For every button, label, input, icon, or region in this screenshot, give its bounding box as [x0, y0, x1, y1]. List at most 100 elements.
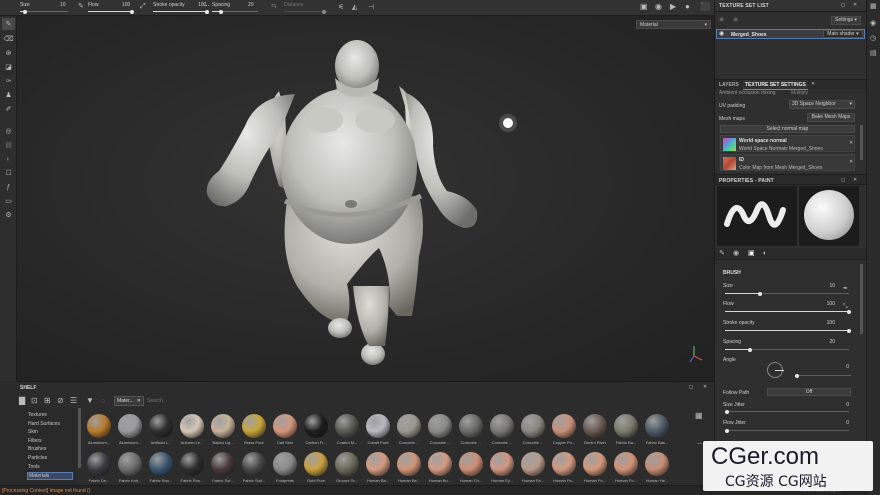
flow-pressure-icon[interactable]: ⤡ [843, 304, 848, 310]
folder-icon[interactable]: ▇ [19, 397, 25, 405]
slider-knob[interactable] [725, 428, 729, 433]
texture-set-item-merged-shoes[interactable]: ◉ Merged_Shoes Main shader ▾ [716, 29, 865, 39]
slider-knob[interactable] [847, 309, 851, 314]
close-icon[interactable]: ✕ [849, 141, 853, 146]
prop-flow-slider[interactable] [725, 309, 851, 314]
3d-viewport[interactable] [17, 16, 714, 381]
fx-icon[interactable]: ƒ [2, 181, 15, 193]
material-thumbnail[interactable] [366, 452, 390, 476]
close-icon[interactable]: ✕ [853, 3, 857, 8]
material-thumbnail[interactable] [335, 452, 359, 476]
close-icon[interactable]: ✕ [137, 397, 141, 405]
close-icon[interactable]: ✕ [703, 385, 707, 390]
flow-jitter-slider[interactable] [725, 428, 849, 433]
material-thumbnail[interactable] [273, 414, 297, 438]
shader-dropdown[interactable]: Main shader ▾ [823, 30, 863, 38]
tss-scrollbar[interactable] [860, 125, 863, 160]
toolbar-flow-value[interactable]: 100 [122, 2, 130, 8]
import-icon[interactable]: ⊞ [44, 397, 51, 405]
paint-brush-tool-icon[interactable]: ✎ [2, 18, 15, 30]
mesh-map-id[interactable]: ID Color Map from Mesh Merged_Shoes ✕ [720, 154, 855, 171]
material-thumbnail[interactable] [180, 452, 204, 476]
eraser-tool-icon[interactable]: ⌫ [2, 33, 15, 45]
material-thumbnail[interactable] [304, 452, 328, 476]
prop-spacing-value[interactable]: 20 [815, 339, 835, 345]
history-icon[interactable]: ◌ [101, 398, 105, 405]
shelf-category-item[interactable]: Textures [28, 412, 74, 420]
material-thumbnail[interactable] [428, 414, 452, 438]
toolbar-size-value[interactable]: 10 [60, 2, 66, 8]
slider-knob[interactable] [205, 9, 209, 14]
toolbar-distance-slider[interactable] [284, 9, 328, 14]
shelf-category-item[interactable]: Hard Surfaces [28, 421, 74, 429]
material-thumbnail[interactable] [366, 414, 390, 438]
material-thumbnail[interactable] [583, 452, 607, 476]
slider-knob[interactable] [322, 9, 326, 14]
material-thumbnail[interactable] [118, 452, 142, 476]
history-icon[interactable]: ◷ [870, 35, 876, 42]
render-mode-icon[interactable]: ▣ [640, 3, 648, 11]
material-thumbnail[interactable] [459, 414, 483, 438]
settings-dropdown[interactable]: Settings ▾ [831, 16, 861, 25]
uv-padding-dropdown[interactable]: 3D Space Neighbor ▾ [789, 100, 855, 109]
prop-spacing-slider[interactable] [725, 347, 849, 352]
material-thumbnail[interactable] [397, 414, 421, 438]
close-icon[interactable]: ✕ [853, 178, 857, 183]
texture-set-icon[interactable]: ▦ [870, 3, 877, 10]
eye-icon[interactable]: ◉ [719, 17, 724, 23]
stencil-tab-icon[interactable]: ◐ [763, 250, 767, 257]
material-thumbnail[interactable] [459, 452, 483, 476]
material-thumbnail[interactable] [521, 452, 545, 476]
color-picker-icon[interactable]: ✐ [2, 103, 15, 115]
shelf-category-item[interactable]: Skin [28, 429, 74, 437]
eye-icon[interactable]: ◉ [719, 31, 724, 37]
material-thumbnail[interactable] [490, 452, 514, 476]
toolbar-spacing-value[interactable]: 20 [248, 2, 254, 8]
log-icon[interactable]: ▤ [870, 50, 877, 57]
viewport-settings-icon[interactable]: ◎ [2, 125, 15, 137]
size-jitter-value[interactable]: 0 [829, 402, 849, 408]
tab-texture-set-settings[interactable]: TEXTURE SET SETTINGS [743, 80, 808, 90]
prop-size-slider[interactable] [725, 291, 849, 296]
material-thumbnail[interactable] [149, 414, 173, 438]
prop-size-value[interactable]: 10 [815, 283, 835, 289]
material-thumbnail[interactable] [180, 414, 204, 438]
material-thumbnail[interactable] [428, 452, 452, 476]
shelf-filter-tag[interactable]: Mater... ✕ [114, 396, 144, 406]
hide-icon[interactable]: ⊘ [57, 397, 64, 405]
prop-angle-value[interactable]: 0 [829, 364, 849, 370]
material-thumbnail[interactable] [614, 452, 638, 476]
maximize-icon[interactable]: ◻ [841, 178, 845, 183]
brush-tab-icon[interactable]: ✎ [719, 250, 725, 257]
character-model[interactable] [17, 16, 714, 381]
material-thumbnail[interactable] [490, 414, 514, 438]
prop-stroke-value[interactable]: 100 [815, 320, 835, 326]
screenshot-icon[interactable]: ⬛ [700, 3, 710, 11]
maximize-icon[interactable]: ◻ [841, 3, 845, 8]
scroll-up-icon[interactable]: — [697, 442, 702, 447]
projection-tool-icon[interactable]: ⊛ [2, 47, 15, 59]
material-thumbnail[interactable] [87, 452, 111, 476]
material-thumbnail[interactable] [242, 414, 266, 438]
toolbar-spacing-slider[interactable] [212, 9, 258, 14]
clone-stamp-icon[interactable]: ♟ [2, 89, 15, 101]
video-icon[interactable]: ▶ [670, 3, 676, 11]
display-settings-icon[interactable]: ◉ [870, 20, 876, 27]
material-thumbnail[interactable] [552, 414, 576, 438]
toolbar-flow-slider[interactable] [88, 9, 134, 14]
material-thumbnail[interactable] [614, 414, 638, 438]
material-thumbnail[interactable] [552, 452, 576, 476]
material-thumbnail[interactable] [149, 452, 173, 476]
slider-knob[interactable] [757, 291, 762, 296]
material-thumbnail[interactable] [645, 414, 669, 438]
properties-scrollbar[interactable] [860, 264, 863, 334]
bake-mesh-maps-button[interactable]: Bake Mesh Maps [807, 113, 855, 122]
follow-path-toggle[interactable]: Off [767, 388, 851, 396]
grid-view-icon[interactable]: ▦ [695, 412, 703, 420]
material-thumbnail[interactable] [397, 452, 421, 476]
shelf-category-item[interactable]: Tools [28, 464, 74, 472]
mirror-icon[interactable]: ⊣ [368, 4, 374, 11]
shelf-category-item[interactable]: Particles [28, 455, 74, 463]
mesh-map-world-space-normal[interactable]: World space normal World Space Normals M… [720, 135, 855, 152]
slider-knob[interactable] [795, 373, 799, 378]
